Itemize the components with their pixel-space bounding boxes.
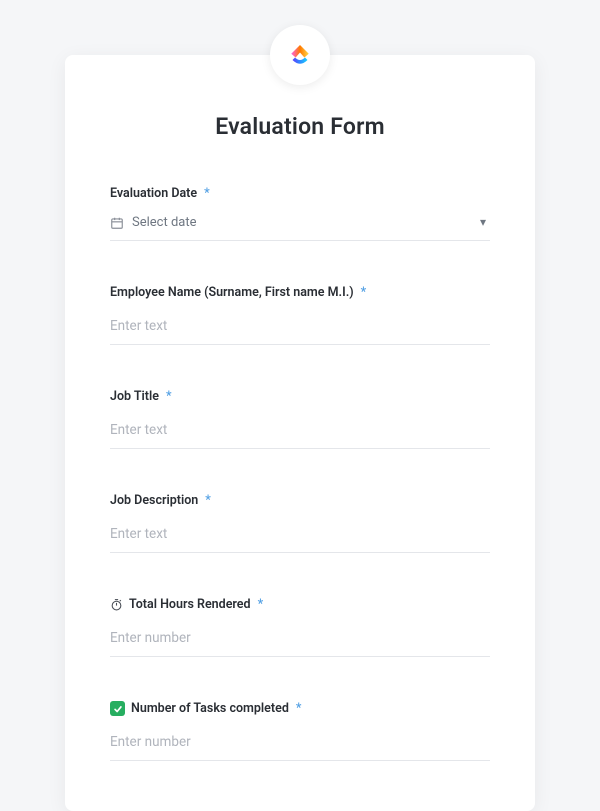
form-card: Evaluation Form Evaluation Date* Select … xyxy=(65,55,535,811)
label-evaluation-date: Evaluation Date * xyxy=(110,186,490,201)
label-text: Job Title xyxy=(110,389,159,404)
required-marker: * xyxy=(204,186,210,201)
label-text: Number of Tasks completed xyxy=(131,701,289,716)
required-marker: * xyxy=(166,389,172,404)
field-job-description: Job Description * xyxy=(110,493,490,553)
stopwatch-icon xyxy=(110,598,123,611)
required-marker: * xyxy=(296,701,302,716)
date-picker[interactable]: Select date ▾ xyxy=(110,213,490,241)
field-employee-name: Employee Name (Surname, First name M.I.)… xyxy=(110,285,490,345)
field-evaluation-date: Evaluation Date * Select date ▾ xyxy=(110,186,490,241)
label-text: Total Hours Rendered xyxy=(129,597,251,612)
date-placeholder: Select date xyxy=(132,215,197,230)
checkbox-icon xyxy=(110,701,125,716)
required-marker: * xyxy=(361,285,367,300)
required-marker: * xyxy=(258,597,264,612)
dropdown-caret-icon: ▾ xyxy=(480,215,486,229)
label-text: Employee Name (Surname, First name M.I.) xyxy=(110,285,354,300)
field-total-hours: Total Hours Rendered * xyxy=(110,597,490,657)
label-job-description: Job Description * xyxy=(110,493,490,508)
label-text: Evaluation Date xyxy=(110,186,197,201)
clickup-logo-icon xyxy=(285,40,315,70)
total-hours-input[interactable] xyxy=(110,624,490,657)
required-marker: * xyxy=(205,493,211,508)
job-description-input[interactable] xyxy=(110,520,490,553)
calendar-icon xyxy=(110,216,124,230)
tasks-completed-input[interactable] xyxy=(110,728,490,761)
field-job-title: Job Title * xyxy=(110,389,490,449)
label-employee-name: Employee Name (Surname, First name M.I.)… xyxy=(110,285,490,300)
employee-name-input[interactable] xyxy=(110,312,490,345)
app-logo xyxy=(270,25,330,85)
job-title-input[interactable] xyxy=(110,416,490,449)
label-tasks-completed: Number of Tasks completed * xyxy=(110,701,490,716)
label-job-title: Job Title * xyxy=(110,389,490,404)
field-tasks-completed: Number of Tasks completed * xyxy=(110,701,490,761)
label-total-hours: Total Hours Rendered * xyxy=(110,597,490,612)
label-text: Job Description xyxy=(110,493,198,508)
